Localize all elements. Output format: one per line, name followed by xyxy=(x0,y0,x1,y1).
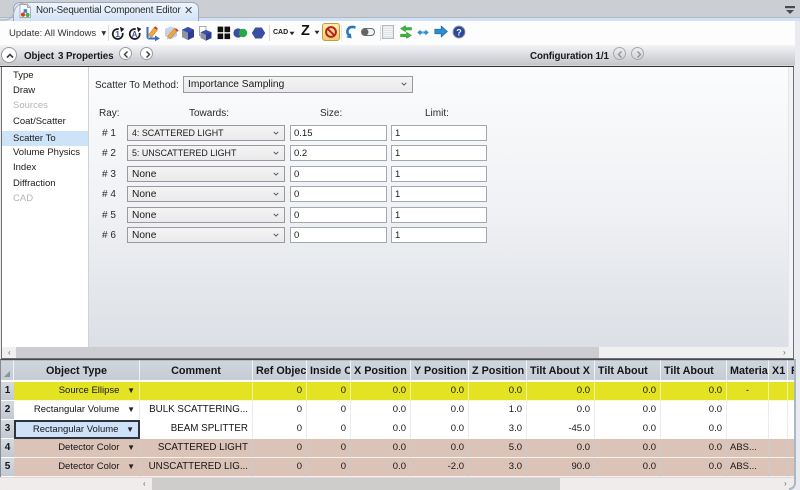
svg-text:?: ? xyxy=(456,27,462,37)
svg-text:A: A xyxy=(132,30,138,39)
svg-text:1: 1 xyxy=(115,29,120,39)
